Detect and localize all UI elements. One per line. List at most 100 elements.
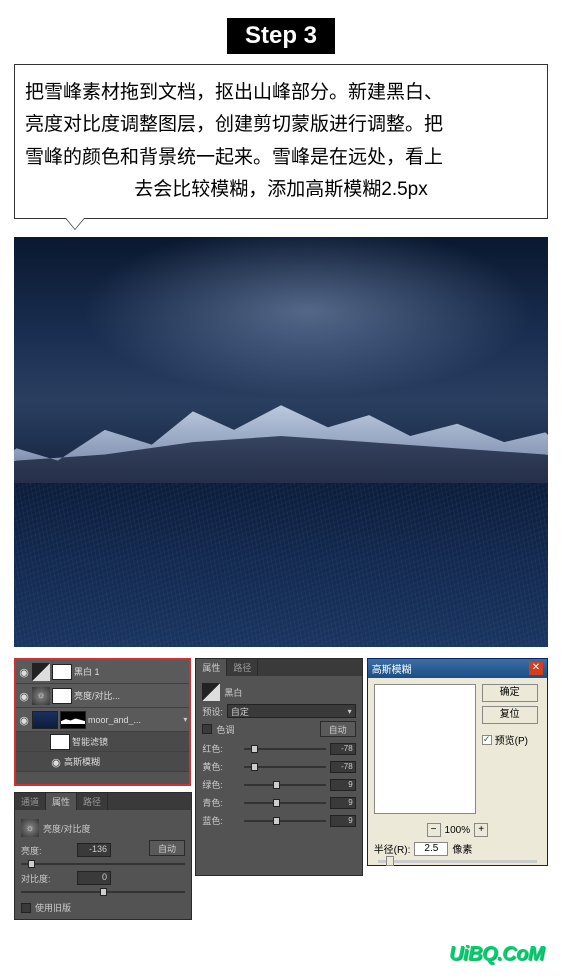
slider-value[interactable]: -78: [330, 743, 356, 755]
result-image: UiBQ.CoM: [14, 237, 548, 647]
instruction-line: 去会比较模糊，添加高斯模糊2.5px: [25, 174, 537, 206]
dialog-title: 高斯模糊: [372, 661, 412, 676]
bc-adjust-icon: ☼: [21, 819, 39, 837]
expand-icon[interactable]: ▾: [183, 715, 187, 724]
bw-adjust-icon: [32, 663, 50, 681]
slider-label: 青色:: [202, 796, 240, 809]
properties-panel-bw: 属性 路径 黑白 预设: 自定 ▾ 色调 自动 红色:: [195, 658, 362, 876]
layer-row-moor[interactable]: ◉ moor_and_... ▾: [16, 708, 189, 732]
ok-button[interactable]: 确定: [482, 684, 538, 702]
slider-label: 红色:: [202, 742, 240, 755]
dialog-titlebar[interactable]: 高斯模糊 ✕: [368, 659, 547, 678]
slider-track[interactable]: [244, 784, 325, 786]
preset-select[interactable]: 自定 ▾: [227, 704, 356, 718]
tab-properties[interactable]: 属性: [46, 793, 77, 810]
layer-name: 智能滤镜: [72, 735, 187, 748]
chevron-down-icon: ▾: [348, 707, 352, 716]
layer-name: moor_and_...: [88, 715, 181, 725]
preview-checkbox[interactable]: ✓: [482, 735, 492, 745]
slider-green[interactable]: 绿色: 9: [202, 778, 355, 791]
slider-track[interactable]: [244, 802, 325, 804]
visibility-icon[interactable]: ◉: [18, 666, 30, 678]
zoom-in-button[interactable]: +: [474, 823, 488, 837]
visibility-icon[interactable]: ◉: [18, 690, 30, 702]
visibility-icon[interactable]: ◉: [18, 714, 30, 726]
layer-row-bc[interactable]: ◉ ☼ 亮度/对比...: [16, 684, 189, 708]
ground-shape: [14, 483, 548, 647]
panel-title: 亮度/对比度: [43, 822, 91, 835]
layer-name: 黑白 1: [74, 665, 187, 678]
contrast-value[interactable]: 0: [77, 871, 111, 885]
panel-title: 黑白: [224, 686, 242, 699]
panel-tabs: 属性 路径: [196, 659, 361, 676]
layer-name: 高斯模糊: [64, 755, 187, 768]
tint-checkbox[interactable]: [202, 724, 212, 734]
layer-row-smartfilters[interactable]: 智能滤镜: [16, 732, 189, 752]
instruction-line: 亮度对比度调整图层，创建剪切蒙版进行调整。把: [25, 109, 537, 141]
tab-channels[interactable]: 通道: [15, 793, 46, 810]
slider-label: 蓝色:: [202, 814, 240, 827]
brightness-row: 亮度: -136: [21, 843, 149, 857]
filter-mask-thumb: [50, 734, 70, 750]
slider-blue[interactable]: 蓝色: 9: [202, 814, 355, 827]
radius-unit: 像素: [452, 841, 472, 856]
callout-arrow-icon: [65, 218, 85, 230]
tab-properties[interactable]: 属性: [196, 659, 227, 676]
slider-knob[interactable]: [386, 856, 394, 866]
slider-red[interactable]: 红色: -78: [202, 742, 355, 755]
layer-row-bw[interactable]: ◉ 黑白 1: [16, 660, 189, 684]
brightness-label: 亮度:: [21, 844, 71, 857]
close-icon[interactable]: ✕: [529, 662, 543, 675]
slider-value[interactable]: 9: [330, 779, 356, 791]
radius-slider[interactable]: [378, 860, 537, 863]
slider-cyan[interactable]: 青色: 9: [202, 796, 355, 809]
radius-input[interactable]: 2.5: [414, 842, 448, 856]
slider-track[interactable]: [244, 748, 325, 750]
properties-panel-bc: 通道 属性 路径 ☼ 亮度/对比度 自动 亮度: -136 对比度: 0 使用旧…: [14, 792, 192, 920]
legacy-label: 使用旧版: [35, 901, 71, 914]
brightness-value[interactable]: -136: [77, 843, 111, 857]
slider-value[interactable]: 9: [330, 797, 356, 809]
reset-button[interactable]: 复位: [482, 706, 538, 724]
visibility-icon[interactable]: ◉: [50, 756, 62, 768]
gaussian-blur-dialog: 高斯模糊 ✕ 确定 复位 ✓ 预览(P) − 100% + 半径(R): 2.5…: [367, 658, 548, 866]
tab-paths[interactable]: 路径: [227, 659, 258, 676]
slider-label: 黄色:: [202, 760, 240, 773]
contrast-label: 对比度:: [21, 872, 71, 885]
auto-button[interactable]: 自动: [320, 721, 356, 737]
bw-adjust-icon: [202, 683, 220, 701]
instruction-line: 雪峰的颜色和背景统一起来。雪峰是在远处，看上: [25, 142, 537, 174]
instruction-box: 把雪峰素材拖到文档，抠出山峰部分。新建黑白、 亮度对比度调整图层，创建剪切蒙版进…: [14, 64, 548, 219]
slider-label: 绿色:: [202, 778, 240, 791]
slider-track[interactable]: [244, 820, 325, 822]
layer-name: 亮度/对比...: [74, 689, 187, 702]
slider-value[interactable]: -78: [330, 761, 356, 773]
tab-paths[interactable]: 路径: [77, 793, 108, 810]
mask-thumb: [52, 688, 72, 704]
bc-adjust-icon: ☼: [32, 687, 50, 705]
step-badge: Step 3: [227, 18, 335, 54]
preview-label: 预览(P): [495, 732, 528, 747]
slider-value[interactable]: 9: [330, 815, 356, 827]
radius-label: 半径(R):: [374, 841, 411, 856]
contrast-row: 对比度: 0: [21, 871, 185, 885]
auto-button[interactable]: 自动: [149, 840, 185, 856]
layers-panel: ◉ 黑白 1 ◉ ☼ 亮度/对比... ◉ moor_and_... ▾ 智能滤…: [14, 658, 191, 786]
contrast-slider[interactable]: [21, 891, 185, 893]
mask-thumb: [52, 664, 72, 680]
dialog-preview: [374, 684, 476, 814]
slider-track[interactable]: [244, 766, 325, 768]
layer-thumb: [32, 711, 58, 729]
mask-thumb: [60, 711, 86, 729]
preset-value: 自定: [231, 705, 249, 718]
watermark: UiBQ.CoM: [449, 943, 544, 966]
zoom-value: 100%: [445, 825, 471, 836]
legacy-checkbox[interactable]: [21, 903, 31, 913]
tint-label: 色调: [216, 723, 234, 736]
brightness-slider[interactable]: [21, 863, 185, 865]
instruction-line: 把雪峰素材拖到文档，抠出山峰部分。新建黑白、: [25, 77, 537, 109]
zoom-out-button[interactable]: −: [427, 823, 441, 837]
slider-yellow[interactable]: 黄色: -78: [202, 760, 355, 773]
preset-label: 预设:: [202, 705, 223, 718]
layer-row-gauss[interactable]: ◉ 高斯模糊: [16, 752, 189, 772]
